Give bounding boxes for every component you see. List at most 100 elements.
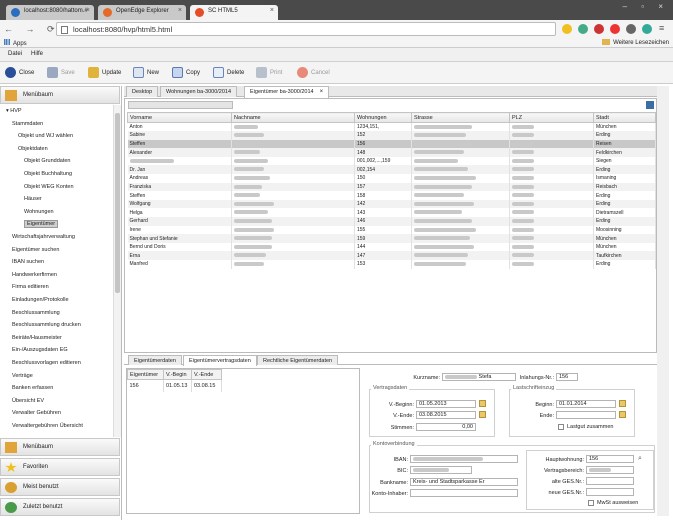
beginn-field[interactable]: 01.01.2014 [556, 400, 616, 408]
tree-item[interactable]: Handwerkerfirmen [12, 272, 57, 284]
tree-item[interactable]: ▾ HVP [6, 108, 22, 120]
table-row[interactable]: Manfred 153 Erding [127, 260, 656, 269]
tree-item[interactable]: Banken erfassen [12, 385, 53, 397]
delete-button[interactable]: Delete [213, 67, 244, 79]
sidebar-menubaum-bottom[interactable]: Menübaum [0, 438, 120, 456]
extension-icon[interactable] [642, 24, 652, 34]
close-icon[interactable]: × [270, 7, 274, 14]
table-row[interactable]: Helga 143 Dietramszell [127, 208, 656, 218]
column-header[interactable]: Eigentümer [127, 369, 164, 380]
tree-item[interactable]: Beiräte/Hausmeister [12, 335, 62, 347]
main-scrollbar[interactable] [657, 86, 669, 516]
ende-field[interactable] [556, 411, 616, 419]
vbeginn-field[interactable]: 01.05.2013 [416, 400, 476, 408]
iban-field[interactable] [410, 455, 518, 463]
table-row[interactable]: Andreas 150 Ismaning [127, 174, 656, 183]
sidebar-zuletzt-benutzt[interactable]: Zuletzt benutzt [0, 498, 120, 516]
table-row[interactable]: Gerhard 146 Erding [127, 217, 656, 226]
table-row[interactable]: Stephan und Stefanie 159 München [127, 234, 656, 243]
tree-item[interactable]: Stammdaten [12, 121, 43, 133]
calendar-icon[interactable] [619, 400, 626, 407]
vende-field[interactable]: 03.08.2015 [416, 411, 476, 419]
calendar-icon[interactable] [619, 411, 626, 418]
tree-item[interactable]: Ein-/Auszugsdaten EG [12, 347, 68, 359]
tree-item[interactable]: Firma editieren [12, 284, 49, 296]
window-controls[interactable]: – ▫ × [623, 2, 669, 11]
search-icon[interactable]: ⌕ [638, 455, 642, 463]
menu-hilfe[interactable]: Hilfe [31, 51, 43, 57]
calendar-icon[interactable] [479, 411, 486, 418]
new-button[interactable]: New [133, 67, 159, 79]
extension-icon[interactable] [578, 24, 588, 34]
column-header[interactable]: V.-Ende [191, 369, 222, 380]
extension-icon[interactable] [626, 24, 636, 34]
tree-item[interactable]: Beschlussammlung [12, 310, 60, 322]
table-row[interactable]: Wolfgang 142 Erding [127, 199, 656, 209]
tree-item[interactable]: Eigentümer [24, 220, 59, 233]
sidebar-scrollbar[interactable] [113, 105, 121, 437]
tree-item[interactable]: Wirtschaftsjahrverwaltung [12, 234, 75, 246]
close-icon[interactable]: × [86, 7, 90, 14]
tab-wohnungen[interactable]: Wohnungen ba-3000/2014 [160, 86, 238, 97]
scrollbar-thumb[interactable] [115, 113, 120, 293]
tree-item[interactable]: IBAN suchen [12, 259, 44, 271]
browser-tab-1[interactable]: localhost:8080/hattom.# × [6, 5, 94, 20]
column-header[interactable]: Nachname [231, 112, 355, 123]
table-row[interactable]: Alexander 148 Feldkirchen [127, 148, 656, 157]
table-row[interactable]: Franziska 157 Reisbach [127, 182, 656, 192]
column-header[interactable]: Wohnungen [354, 112, 412, 123]
extension-icon[interactable] [610, 24, 620, 34]
table-row[interactable]: Dr. Jan 002,154 Erding [127, 165, 656, 175]
table-row[interactable]: Bernd und Doris 144 München [127, 242, 656, 252]
print-button[interactable]: Print [256, 67, 282, 79]
bic-field[interactable] [410, 466, 472, 474]
sidebar-favoriten[interactable]: Favoriten [0, 458, 120, 476]
other-bookmarks[interactable]: Weitere Lesezeichen [602, 39, 669, 46]
table-row[interactable]: 001,002,...,159 Siegen [127, 156, 656, 166]
tab-desktop[interactable]: Desktop [126, 86, 159, 97]
tree-item[interactable]: Beschlussvorlagen editieren [12, 360, 81, 372]
column-header[interactable]: Stadt [593, 112, 656, 123]
bankname-field[interactable]: Kreis- und Stadtsparkasse Er [410, 478, 518, 486]
calendar-icon[interactable] [479, 400, 486, 407]
sidebar-meist-benutzt[interactable]: Meist benutzt [0, 478, 120, 496]
tree-item[interactable]: Objekt Buchhaltung [24, 171, 72, 183]
table-row[interactable]: 156 01.05.13 03.08.15 [127, 379, 222, 392]
kontoinhaber-field[interactable] [410, 489, 518, 497]
table-row[interactable]: Anton 1234,151, München [127, 122, 656, 132]
tree-item[interactable]: Einladungen/Protokolle [12, 297, 69, 309]
inlnr-field[interactable]: 156 [556, 373, 578, 381]
tree-item[interactable]: Objekt WEG Konten [24, 184, 74, 196]
nav-buttons[interactable]: ← → ⟳ [4, 24, 60, 35]
table-row[interactable]: Steffen 158 Erding [127, 191, 656, 200]
tree-item[interactable]: Übersicht EV [12, 398, 44, 410]
table-row[interactable]: Irene 155 Moosinning [127, 225, 656, 235]
close-button[interactable]: Close [5, 67, 34, 79]
tree-item[interactable]: Objekt und WJ wählen [18, 133, 73, 145]
column-header[interactable]: Vorname [127, 112, 232, 123]
column-header[interactable]: V.-Begin [163, 369, 192, 380]
tree-item[interactable]: Beschlussammlung drucken [12, 322, 81, 334]
lastgut-checkbox[interactable] [558, 424, 564, 430]
tree-item[interactable]: Verwaltergebühren Übersicht [12, 423, 83, 435]
filter-input[interactable] [128, 101, 233, 109]
update-button[interactable]: Update [88, 67, 121, 79]
menu-icon[interactable]: ≡ [659, 23, 664, 33]
tree-item[interactable]: Objektdaten [18, 146, 48, 158]
tree-item[interactable]: Verträge [12, 373, 33, 385]
menu-datei[interactable]: Datei [8, 51, 22, 57]
export-icon[interactable] [646, 101, 654, 109]
copy-button[interactable]: Copy [172, 67, 200, 79]
extension-icon[interactable] [594, 24, 604, 34]
close-icon[interactable]: × [178, 7, 182, 14]
mwst-checkbox[interactable] [588, 500, 594, 506]
close-icon[interactable]: × [320, 89, 324, 95]
table-row[interactable]: Erna 147 Taufkirchen [127, 251, 656, 260]
kurzname-field[interactable]: Stefa [442, 373, 516, 381]
table-row[interactable]: Steffen 156 Reisen [127, 139, 656, 149]
star-icon[interactable] [562, 24, 572, 34]
tab-eigentuemer[interactable]: Eigentümer ba-3000/2014 × [244, 86, 330, 98]
address-input[interactable]: localhost:8080/hvp/html5.html [56, 22, 556, 36]
cancel-button[interactable]: Cancel [297, 67, 330, 79]
tree-item[interactable]: Eigentümer suchen [12, 247, 59, 259]
